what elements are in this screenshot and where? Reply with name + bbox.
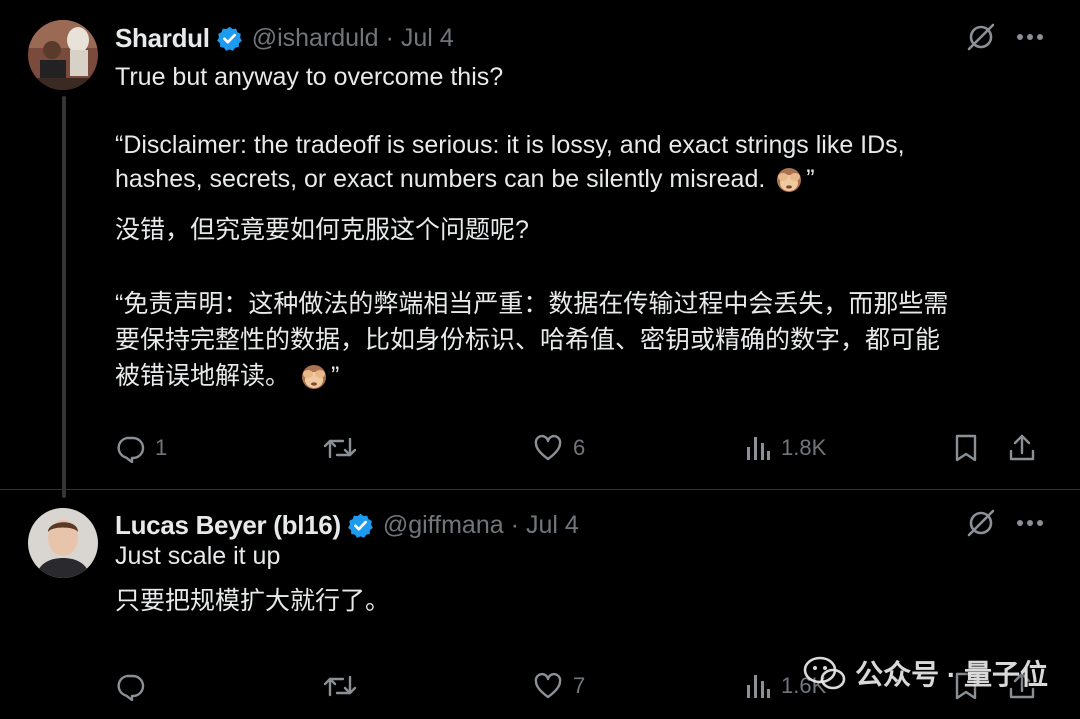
repost-icon	[323, 437, 357, 459]
translation-line: 要保持完整性的数据，比如身份标识、哈希值、密钥或精确的数字，都可能	[115, 326, 941, 354]
tweet-actions: 1 6 1.8K	[115, 428, 1050, 468]
translation-line-text: 被错误地解读。	[115, 362, 291, 390]
view-count: 1.8K	[781, 435, 827, 460]
tweet-top-actions	[966, 508, 1044, 538]
see-no-evil-monkey-emoji	[777, 168, 802, 193]
tweet-text: Just scale it up 只要把规模扩大就行了。	[115, 539, 1040, 619]
watermark-text: 公众号 · 量子位	[855, 659, 1048, 690]
quote-close-mark: ”	[330, 362, 340, 390]
verified-badge-icon	[347, 513, 373, 538]
more-icon[interactable]	[1016, 32, 1044, 42]
tweet-text-line: True but anyway to overcome this?	[115, 63, 504, 91]
separator-dot: ·	[510, 510, 519, 539]
translation-line: 只要把规模扩大就行了。	[115, 587, 391, 615]
bookmark-icon	[955, 434, 977, 462]
reply-count: 1	[155, 435, 168, 460]
views-icon	[747, 437, 770, 460]
translation-line: 没错，但究竟要如何克服这个问题呢?	[115, 216, 529, 244]
tweet-top-actions	[966, 22, 1044, 52]
handle[interactable]: @isharduld	[252, 24, 379, 53]
more-icon[interactable]	[1016, 518, 1044, 528]
tweet[interactable]: Shardul @isharduld · Jul 4 True but anyw…	[0, 0, 1080, 490]
repost-icon	[323, 675, 357, 697]
wechat-icon	[803, 656, 846, 690]
watermark: 公众号 · 量子位	[803, 653, 1048, 693]
like-icon	[534, 672, 562, 699]
reply-icon	[117, 674, 145, 701]
tweet-date[interactable]: Jul 4	[401, 24, 454, 53]
bookmark-button[interactable]	[953, 428, 979, 468]
tweet-date[interactable]: Jul 4	[526, 511, 579, 540]
like-button[interactable]: 7	[533, 666, 585, 706]
views-button[interactable]: 1.8K	[745, 428, 826, 468]
tweet-text-line: Just scale it up	[115, 542, 281, 570]
share-icon	[1009, 434, 1035, 461]
tweet-text: True but anyway to overcome this? “Discl…	[115, 60, 1040, 394]
grok-icon[interactable]	[966, 508, 996, 538]
translation-line: “免责声明：这种做法的弊端相当严重：数据在传输过程中会丢失，而那些需	[115, 290, 949, 318]
display-name[interactable]: Shardul	[115, 23, 210, 54]
tweet-header: Shardul @isharduld · Jul 4	[115, 20, 454, 56]
avatar[interactable]	[28, 508, 98, 578]
see-no-evil-monkey-emoji	[301, 365, 326, 390]
avatar[interactable]	[28, 20, 98, 90]
verified-badge-icon	[216, 26, 242, 51]
tweet-header: Lucas Beyer (bl16) @giffmana · Jul 4	[115, 507, 579, 543]
quote-line: “Disclaimer: the tradeoff is serious: it…	[115, 131, 905, 159]
reply-button[interactable]	[115, 666, 145, 706]
repost-button[interactable]	[323, 428, 357, 468]
handle[interactable]: @giffmana	[383, 511, 504, 540]
display-name[interactable]: Lucas Beyer (bl16)	[115, 510, 341, 541]
like-button[interactable]: 6	[533, 428, 585, 468]
reply-button[interactable]: 1	[115, 428, 167, 468]
quote-close-mark: ”	[806, 165, 815, 193]
share-button[interactable]	[1007, 428, 1037, 468]
like-icon	[534, 434, 562, 461]
quote-line-text: hashes, secrets, or exact numbers can be…	[115, 165, 766, 193]
grok-icon[interactable]	[966, 22, 996, 52]
repost-button[interactable]	[323, 666, 357, 706]
views-icon	[747, 675, 770, 698]
separator-dot: ·	[385, 23, 394, 52]
translation-line: 被错误地解读。 ”	[115, 358, 1040, 394]
like-count: 6	[573, 435, 586, 460]
reply-icon	[117, 436, 145, 463]
like-count: 7	[573, 673, 586, 698]
quote-line: hashes, secrets, or exact numbers can be…	[115, 162, 1040, 196]
